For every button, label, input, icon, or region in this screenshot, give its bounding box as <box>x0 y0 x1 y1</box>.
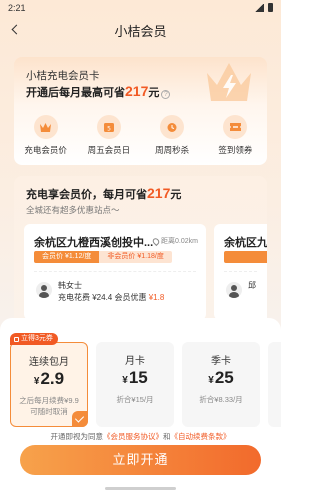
station-name: 余杭区九 <box>224 237 267 249</box>
status-icons <box>255 3 273 12</box>
price-bar <box>224 251 267 263</box>
member-price <box>224 251 267 263</box>
discount-tag-text: 立得3元券 <box>21 335 53 342</box>
battery-icon <box>268 3 273 12</box>
purchase-sheet: 立得3元券 连续包月 ¥2.9 之后每月续费¥9.9 可随时取消 月卡 ¥15 … <box>0 318 281 500</box>
checkmark-icon <box>72 411 88 427</box>
crown-icon <box>33 115 58 139</box>
benefits-row: 充电会员价 5 周五会员日 周周秒杀 签到领券 <box>14 115 267 156</box>
auto-renew-terms-link[interactable]: 《自动续费条款》 <box>171 432 231 441</box>
plan-price-value: 15 <box>128 368 148 387</box>
benefit-label: 签到领券 <box>218 145 253 155</box>
station-name: 余杭区九橙西溪创投中... <box>34 237 154 249</box>
subtitle-prefix: 开通后每月最高可省 <box>26 87 125 99</box>
membership-card-title: 小桔充电会员卡 <box>26 70 100 82</box>
open-membership-button[interactable]: 立即开通 <box>20 445 261 475</box>
status-time: 2:21 <box>8 3 26 13</box>
currency-symbol: ¥ <box>122 375 128 386</box>
membership-card-subtitle: 开通后每月最高可省 217 元 ? <box>26 83 171 100</box>
alarm-clock-icon <box>160 115 185 139</box>
station-user: 邱 <box>248 281 256 290</box>
plan-note: 折合¥15/月 <box>116 395 154 404</box>
membership-card: 小桔充电会员卡 开通后每月最高可省 217 元 ? 充电会员价 5 周五会员日 … <box>14 57 267 165</box>
plan-price-value: 2.9 <box>40 369 65 388</box>
station-user: 韩女士 <box>58 281 82 290</box>
coupon-icon <box>223 115 248 139</box>
plan-name: 季卡 <box>211 356 231 367</box>
divider <box>224 271 257 272</box>
lightning-crown-icon <box>207 63 251 101</box>
stations-card-title: 充电享会员价，每月可省 217 元 <box>26 185 181 202</box>
station-distance-text: 距离0.02km <box>161 238 198 245</box>
nav-bar: 小桔会员 <box>0 16 281 44</box>
stations-save-unit: 元 <box>170 189 182 201</box>
signal-icon <box>255 3 264 12</box>
avatar <box>36 282 52 298</box>
stations-title-prefix: 充电享会员价，每月可省 <box>26 189 147 201</box>
station-card[interactable]: 余杭区九 邱 <box>214 224 267 320</box>
benefit-checkin-coupon[interactable]: 签到领券 <box>205 115 265 156</box>
location-pin-icon <box>151 236 161 246</box>
station-distance: 距离0.02km <box>151 236 198 246</box>
plan-name: 月卡 <box>125 356 145 367</box>
stations-card: 充电享会员价，每月可省 217 元 全城还有超多优惠站点～ 余杭区九橙西溪创投中… <box>14 176 267 326</box>
plan-price-value: 25 <box>214 368 234 387</box>
currency-symbol: ¥ <box>208 375 214 386</box>
home-indicator <box>105 487 176 490</box>
save-amount: 217 <box>125 83 149 99</box>
help-icon[interactable]: ? <box>161 90 171 99</box>
station-saving-detail: 充电花费 ¥24.4 会员优惠 ¥1.8 <box>58 292 164 303</box>
member-price: 会员价 ¥1.12/度 <box>34 251 100 263</box>
plan-option-monthly-auto[interactable]: 连续包月 ¥2.9 之后每月续费¥9.9 可随时取消 <box>10 342 88 427</box>
saving-detail-prefix: 充电花费 ¥24.4 会员优惠 <box>58 293 147 302</box>
calendar-five-icon: 5 <box>96 115 121 139</box>
benefit-flash-sale[interactable]: 周周秒杀 <box>142 115 202 156</box>
benefit-label: 周周秒杀 <box>155 145 190 155</box>
status-bar: 2:21 <box>0 0 281 16</box>
svg-text:5: 5 <box>107 126 111 133</box>
price-bar: 会员价 ¥1.12/度 非会员价 ¥1.18/度 <box>34 251 172 263</box>
page-title: 小桔会员 <box>114 24 167 39</box>
benefit-friday[interactable]: 5 周五会员日 <box>79 115 139 156</box>
benefit-member-price[interactable]: 充电会员价 <box>16 115 76 156</box>
agreement-and: 和 <box>163 432 171 441</box>
benefit-label: 充电会员价 <box>24 145 67 155</box>
plan-price: ¥25 <box>182 368 260 388</box>
ticket-icon <box>14 336 19 342</box>
plan-price: ¥2.9 <box>11 369 87 389</box>
save-unit: 元 <box>148 87 160 99</box>
plan-option-more[interactable] <box>268 342 281 427</box>
divider <box>34 271 196 272</box>
station-card[interactable]: 余杭区九橙西溪创投中... 距离0.02km 会员价 ¥1.12/度 非会员价 … <box>24 224 206 320</box>
saving-amount: ¥1.8 <box>148 293 165 302</box>
benefit-label: 周五会员日 <box>87 145 131 155</box>
plan-option-quarterly[interactable]: 季卡 ¥25 折合¥8.33/月 <box>182 342 260 427</box>
currency-symbol: ¥ <box>33 376 40 387</box>
avatar <box>226 282 242 298</box>
stations-card-subtitle: 全城还有超多优惠站点～ <box>26 205 120 215</box>
plan-note: 折合¥8.33/月 <box>199 395 243 404</box>
plan-price: ¥15 <box>96 368 174 388</box>
plan-option-monthly[interactable]: 月卡 ¥15 折合¥15/月 <box>96 342 174 427</box>
agreement-prefix: 开通即视为同意 <box>50 432 104 441</box>
nonmember-price: 非会员价 ¥1.18/度 <box>99 251 172 263</box>
service-agreement-link[interactable]: 《会员服务协议》 <box>103 432 163 441</box>
agreement-text: 开通即视为同意《会员服务协议》和《自动续费条款》 <box>0 431 281 442</box>
stations-save-amount: 217 <box>147 185 171 201</box>
plan-name: 连续包月 <box>29 357 69 368</box>
discount-tag: 立得3元券 <box>10 333 58 345</box>
